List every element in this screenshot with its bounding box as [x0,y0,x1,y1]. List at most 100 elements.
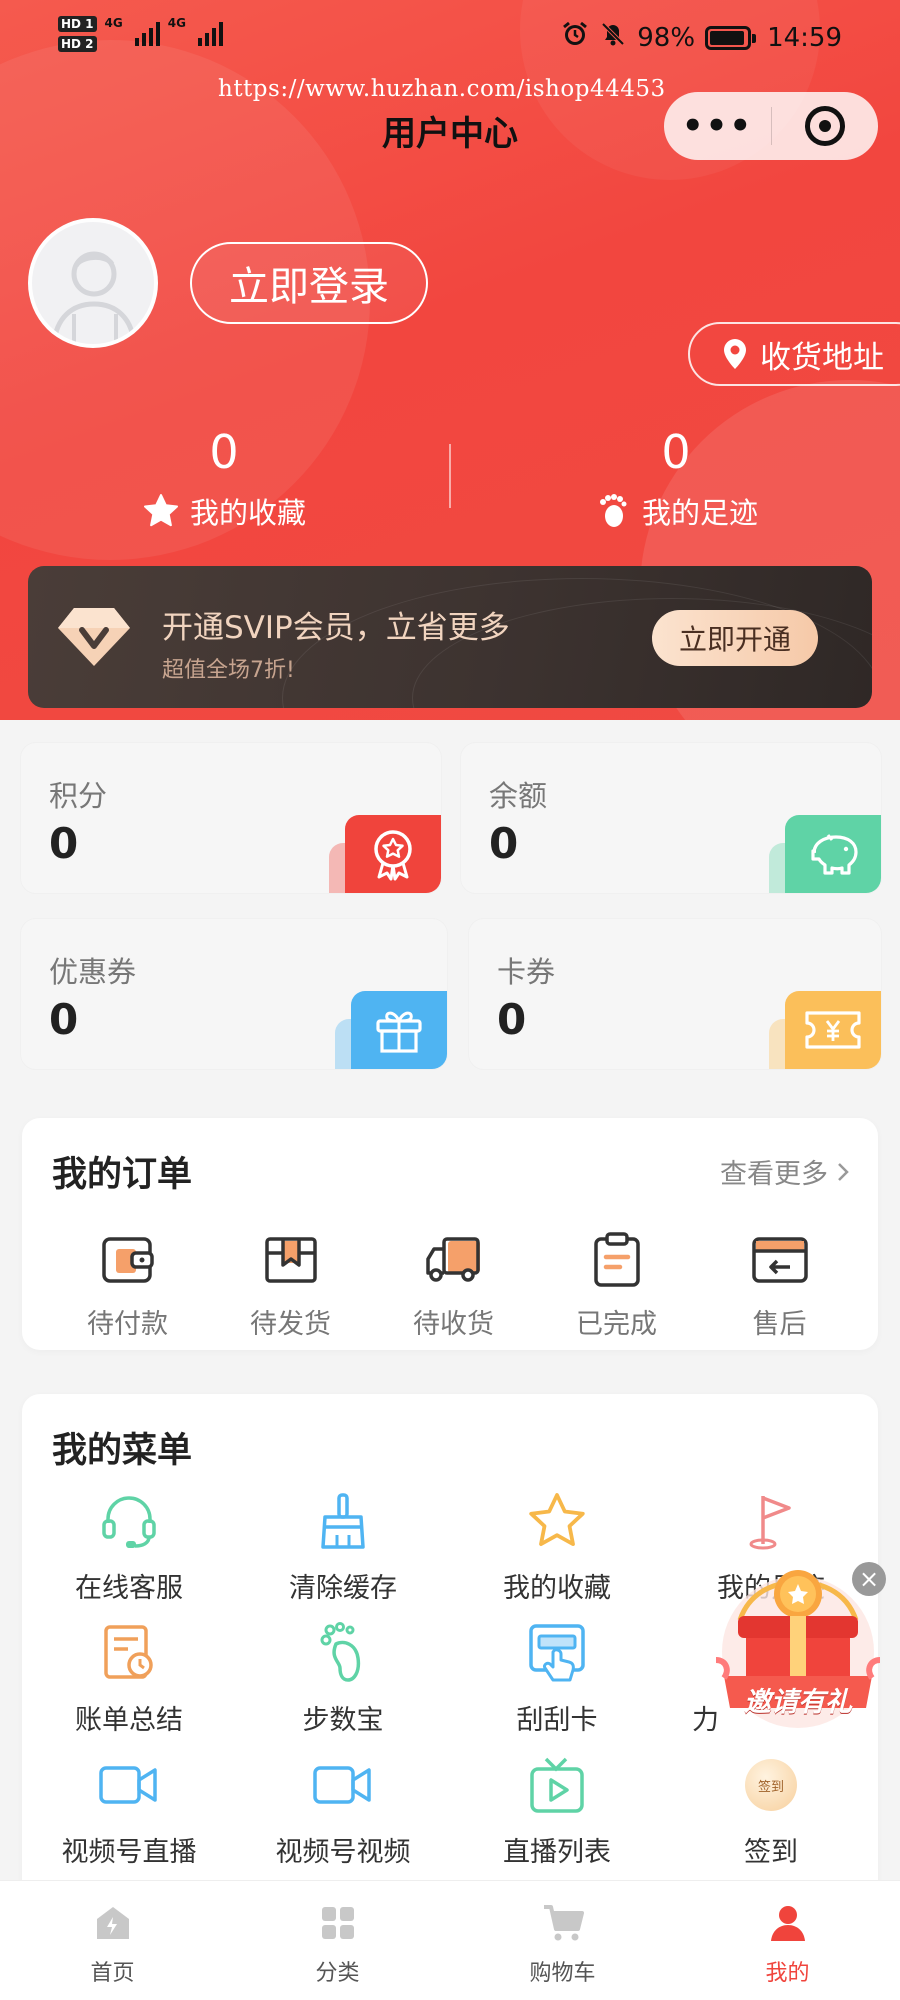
balance-card[interactable]: 余额 0 [460,742,882,894]
my-orders-panel: 我的订单 查看更多 待付款 待发货 待收货 已完成 售后 [22,1118,878,1350]
status-bar: HD 1 HD 2 4G 4G 98% 14:59 [0,0,900,80]
piggy-bank-icon [785,815,881,893]
sign-in-badge-icon: 签到 [664,1750,878,1820]
menu-item-label: 直播列表 [503,1837,611,1868]
menu-item-label: 我的收藏 [503,1573,611,1604]
cart-icon [450,1901,675,1945]
network-type-2: 4G [167,16,186,30]
menu-item-online-service[interactable]: 在线客服 [22,1486,236,1618]
order-pending-shipment[interactable]: 待发货 [209,1230,372,1341]
signal-icon [134,22,160,46]
bill-clock-icon [22,1618,236,1688]
shipping-address-button[interactable]: 收货地址 [688,322,900,386]
footprints-count: 0 [661,425,691,479]
gift-icon [351,991,447,1069]
view-more-label: 查看更多 [720,1159,828,1190]
menu-item-label: 刮刮卡 [516,1705,598,1736]
wallet-icon [46,1230,209,1290]
tab-home[interactable]: 首页 [0,1881,225,2000]
points-value: 0 [49,819,79,868]
balance-label: 余额 [489,779,548,813]
coupon-value: 0 [49,995,79,1044]
sign-in-badge-text: 签到 [757,1779,784,1795]
menu-item-label: 账单总结 [75,1705,183,1736]
menu-item-label: 签到 [744,1837,798,1868]
card-voucher-card[interactable]: 卡券 0 [468,918,882,1070]
avatar[interactable] [28,218,158,348]
order-completed-label: 已完成 [576,1309,657,1340]
battery-icon [705,25,757,50]
clock-time: 14:59 [767,22,842,53]
invite-label: 邀请有礼 [744,1687,852,1718]
home-icon [0,1901,225,1945]
mute-bell-icon [599,20,627,55]
tab-cart[interactable]: 购物车 [450,1881,675,2000]
login-button[interactable]: 立即登录 [190,242,428,324]
network-type-1: 4G [104,16,123,30]
more-dots-icon[interactable]: ••• [664,109,771,143]
menu-item-sign-in[interactable]: 签到 签到 [664,1750,878,1882]
target-icon [805,106,845,146]
vip-title: 开通SVIP会员，立省更多 [162,610,510,646]
close-invite-button[interactable]: × [852,1562,886,1596]
clipboard-icon [535,1230,698,1290]
medal-icon [345,815,441,893]
card-voucher-label: 卡券 [497,955,556,989]
order-pending-receipt-label: 待收货 [413,1309,494,1340]
menu-item-label: 在线客服 [75,1573,183,1604]
truck-icon [372,1230,535,1290]
miniprogram-capsule: ••• [664,92,878,160]
video-camera-icon [236,1750,450,1820]
order-pending-receipt[interactable]: 待收货 [372,1230,535,1341]
footprint-icon [599,494,627,527]
menu-item-step-counter[interactable]: 步数宝 [236,1618,450,1750]
menu-item-my-favorites[interactable]: 我的收藏 [450,1486,664,1618]
vip-subtitle: 超值全场7折! [162,658,295,683]
open-vip-button[interactable]: 立即开通 [652,610,818,666]
favorites-count: 0 [209,425,239,479]
flag-icon [664,1486,878,1556]
order-after-sales-label: 售后 [752,1309,807,1340]
tab-category-label: 分类 [315,1961,360,1986]
tab-mine-label: 我的 [765,1961,810,1986]
alarm-icon [561,20,589,55]
grid-icon [225,1901,450,1945]
coupon-card[interactable]: 优惠券 0 [20,918,448,1070]
svip-banner[interactable]: 开通SVIP会员，立省更多 超值全场7折! 立即开通 [28,566,872,708]
points-card[interactable]: 积分 0 [20,742,442,894]
menu-title: 我的菜单 [52,1431,193,1471]
broom-icon [236,1486,450,1556]
balance-value: 0 [489,819,519,868]
menu-item-clear-cache[interactable]: 清除缓存 [236,1486,450,1618]
order-completed[interactable]: 已完成 [535,1230,698,1341]
menu-item-bill-summary[interactable]: 账单总结 [22,1618,236,1750]
tab-mine[interactable]: 我的 [675,1881,900,2000]
stats-divider [449,444,451,508]
package-icon [209,1230,372,1290]
points-label: 积分 [49,779,108,813]
menu-item-channel-live[interactable]: 视频号直播 [22,1750,236,1882]
menu-item-live-list[interactable]: 直播列表 [450,1750,664,1882]
footprints-stat[interactable]: 0 我的足迹 [526,424,826,532]
order-pending-payment[interactable]: 待付款 [46,1230,209,1341]
shipping-address-label: 收货地址 [760,339,884,376]
footprint-icon [236,1618,450,1688]
menu-item-label: 清除缓存 [289,1573,397,1604]
tab-home-label: 首页 [90,1961,135,1986]
star-icon [450,1486,664,1556]
menu-item-channel-video[interactable]: 视频号视频 [236,1750,450,1882]
chevron-right-icon [838,1162,849,1181]
scratch-card-icon [450,1618,664,1688]
yuan-ticket-icon [785,991,881,1069]
tab-cart-label: 购物车 [529,1961,596,1986]
order-after-sales[interactable]: 售后 [698,1230,861,1341]
bottom-tab-bar: 首页 分类 购物车 我的 [0,1880,900,2000]
footprints-label: 我的足迹 [641,496,758,530]
orders-title: 我的订单 [52,1155,193,1195]
favorites-stat[interactable]: 0 我的收藏 [74,424,374,532]
hd2-indicator: HD 2 [58,36,97,52]
close-miniprogram-button[interactable] [772,106,878,146]
view-more-orders-link[interactable]: 查看更多 [720,1152,850,1191]
tab-category[interactable]: 分类 [225,1881,450,2000]
menu-item-scratch-card[interactable]: 刮刮卡 [450,1618,664,1750]
